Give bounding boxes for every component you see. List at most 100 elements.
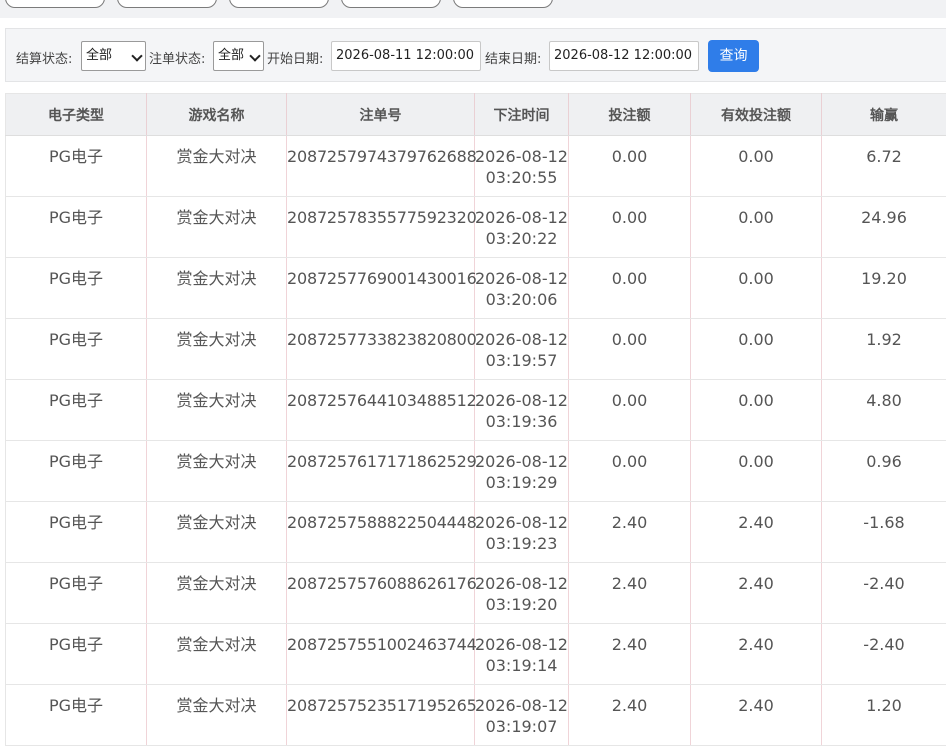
win-loss-cell: -2.40 (822, 563, 946, 624)
bet-amount-cell: 0.00 (569, 319, 691, 380)
settle-status-select[interactable]: 全部 (81, 41, 146, 71)
valid-bet-cell-text: 0.00 (691, 441, 821, 472)
end-date-input[interactable]: 2026-08-12 12:00:00 (549, 41, 699, 71)
bet-amount-cell: 0.00 (569, 380, 691, 441)
valid-bet-cell-text: 2.40 (691, 502, 821, 533)
order-status-select[interactable]: 全部 (213, 41, 264, 71)
game-cell-text: 赏金大对决 (147, 685, 286, 716)
end-date-label: 结束日期: (485, 48, 541, 67)
valid-bet-cell: 2.40 (691, 624, 822, 685)
valid-bet-cell-text: 2.40 (691, 624, 821, 655)
win-loss-cell-text: 1.20 (822, 685, 946, 716)
top-tab[interactable] (453, 0, 553, 8)
type-cell-text: PG电子 (6, 380, 146, 411)
order-no-cell-text: 2087257769001430016 (287, 258, 474, 289)
bet-time-cell: 2026-08-1203:20:06 (475, 258, 569, 319)
top-tab[interactable] (229, 0, 329, 8)
win-loss-cell-text: -2.40 (822, 563, 946, 594)
bet-amount-cell: 2.40 (569, 563, 691, 624)
bet-amount-cell: 0.00 (569, 197, 691, 258)
column-header-type: 电子类型 (6, 94, 147, 136)
valid-bet-cell-text: 0.00 (691, 319, 821, 350)
win-loss-cell-text: 0.96 (822, 441, 946, 472)
type-cell: PG电子 (6, 380, 147, 441)
type-cell: PG电子 (6, 685, 147, 746)
type-cell: PG电子 (6, 502, 147, 563)
bet-amount-cell: 0.00 (569, 258, 691, 319)
bet-records-table: 电子类型 游戏名称 注单号 下注时间 投注额 有效投注额 输赢 PG电子赏金大对… (5, 93, 946, 746)
start-date-input[interactable]: 2026-08-11 12:00:00 (331, 41, 481, 71)
type-cell-text: PG电子 (6, 136, 146, 167)
game-cell: 赏金大对决 (147, 319, 287, 380)
bet-time-cell: 2026-08-1203:19:57 (475, 319, 569, 380)
type-cell-text: PG电子 (6, 197, 146, 228)
top-tab[interactable] (341, 0, 441, 8)
valid-bet-cell-text: 2.40 (691, 563, 821, 594)
game-cell: 赏金大对决 (147, 197, 287, 258)
bet-clock-time: 03:19:29 (475, 472, 568, 493)
top-tab-bar (0, 0, 946, 18)
type-cell-text: PG电子 (6, 685, 146, 716)
bet-amount-cell-text: 2.40 (569, 563, 690, 594)
order-no-cell: 2087257551002463744 (287, 624, 475, 685)
game-cell-text: 赏金大对决 (147, 319, 286, 350)
bet-time-cell: 2026-08-1203:20:22 (475, 197, 569, 258)
win-loss-cell: 6.72 (822, 136, 946, 197)
valid-bet-cell: 0.00 (691, 319, 822, 380)
type-cell-text: PG电子 (6, 502, 146, 533)
game-cell: 赏金大对决 (147, 685, 287, 746)
win-loss-cell: 1.92 (822, 319, 946, 380)
bet-amount-cell-text: 0.00 (569, 380, 690, 411)
win-loss-cell: 19.20 (822, 258, 946, 319)
bet-time-cell: 2026-08-1203:19:36 (475, 380, 569, 441)
type-cell: PG电子 (6, 441, 147, 502)
bet-date: 2026-08-12 (475, 268, 568, 289)
bet-date: 2026-08-12 (475, 695, 568, 716)
order-no-cell: 2087257835577592320 (287, 197, 475, 258)
bet-date: 2026-08-12 (475, 329, 568, 350)
table-row: PG电子赏金大对决20872575888225044482026-08-1203… (6, 502, 946, 563)
game-cell: 赏金大对决 (147, 258, 287, 319)
bet-date: 2026-08-12 (475, 207, 568, 228)
top-tab[interactable] (5, 0, 105, 8)
bet-amount-cell: 2.40 (569, 624, 691, 685)
type-cell: PG电子 (6, 197, 147, 258)
valid-bet-cell-text: 0.00 (691, 380, 821, 411)
game-cell: 赏金大对决 (147, 563, 287, 624)
chevron-down-icon (249, 50, 260, 61)
bet-clock-time: 03:20:55 (475, 167, 568, 188)
settle-status-value: 全部 (86, 48, 112, 63)
query-button[interactable]: 查询 (708, 40, 759, 72)
win-loss-cell: 1.20 (822, 685, 946, 746)
bet-amount-cell-text: 0.00 (569, 319, 690, 350)
order-no-cell-text: 2087257576088626176 (287, 563, 474, 594)
bet-time-cell: 2026-08-1203:19:20 (475, 563, 569, 624)
table-row: PG电子赏金大对决20872579743797626882026-08-1203… (6, 136, 946, 197)
bet-amount-cell: 2.40 (569, 502, 691, 563)
column-header-valid-bet: 有效投注额 (691, 94, 822, 136)
chevron-down-icon (131, 50, 142, 61)
game-cell: 赏金大对决 (147, 380, 287, 441)
order-status-label: 注单状态: (149, 48, 205, 67)
bet-amount-cell: 2.40 (569, 685, 691, 746)
valid-bet-cell: 2.40 (691, 502, 822, 563)
valid-bet-cell: 2.40 (691, 685, 822, 746)
win-loss-cell: 24.96 (822, 197, 946, 258)
win-loss-cell-text: 6.72 (822, 136, 946, 167)
bet-clock-time: 03:19:20 (475, 594, 568, 615)
table-row: PG电子赏金大对决20872576441034885122026-08-1203… (6, 380, 946, 441)
order-no-cell: 2087257617171862529 (287, 441, 475, 502)
type-cell-text: PG电子 (6, 258, 146, 289)
bet-clock-time: 03:19:36 (475, 411, 568, 432)
column-header-order-no: 注单号 (287, 94, 475, 136)
filter-bar: 结算状态: 全部 注单状态: 全部 开始日期: 2026-08-11 12:00… (5, 28, 946, 82)
bet-clock-time: 03:20:22 (475, 228, 568, 249)
column-header-bet-amount: 投注额 (569, 94, 691, 136)
order-no-cell-text: 2087257617171862529 (287, 441, 474, 472)
valid-bet-cell: 0.00 (691, 197, 822, 258)
valid-bet-cell-text: 0.00 (691, 258, 821, 289)
top-tab[interactable] (117, 0, 217, 8)
bet-amount-cell-text: 0.00 (569, 258, 690, 289)
valid-bet-cell-text: 0.00 (691, 136, 821, 167)
type-cell: PG电子 (6, 136, 147, 197)
